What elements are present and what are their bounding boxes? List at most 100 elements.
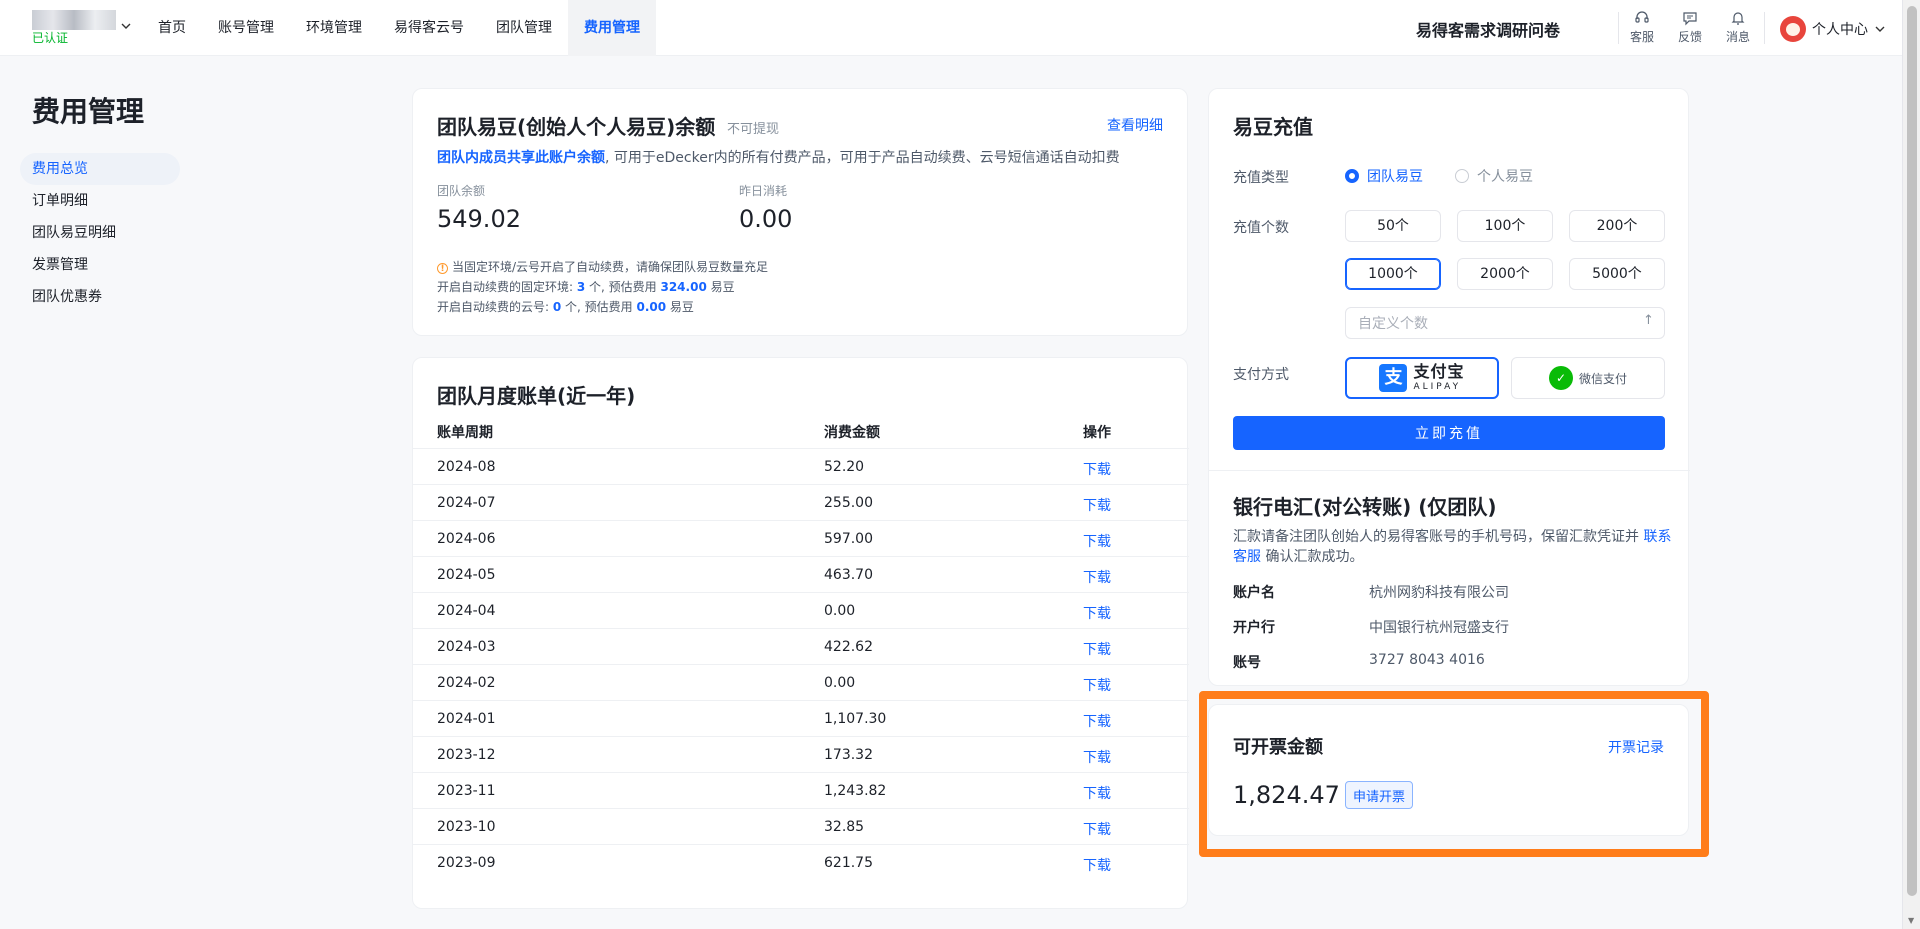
nav-team[interactable]: 团队管理 [480,0,568,56]
invoice-card: 可开票金额 开票记录 1,824.47 申请开票 [1208,704,1689,836]
bill-period: 2024-03 [437,639,496,655]
download-link[interactable]: 下载 [1083,531,1111,551]
table-row: 2024-08 52.20 下载 [413,448,1189,484]
bill-amount: 0.00 [824,675,856,691]
download-link[interactable]: 下载 [1083,855,1111,875]
table-row: 2023-11 1,243.82 下载 [413,772,1189,808]
sidebar-item-orders[interactable]: 订单明细 [20,185,180,217]
bank-name-value: 中国银行杭州冠盛支行 [1369,620,1509,636]
scroll-down-icon[interactable]: ▼ [1908,916,1914,925]
sidebar-item-bean-details[interactable]: 团队易豆明细 [20,217,180,249]
nav-accounts[interactable]: 账号管理 [202,0,290,56]
qty-option-1000[interactable]: 1000个 [1345,258,1441,290]
bill-amount: 1,107.30 [824,711,887,727]
scrollbar-thumb[interactable] [1907,6,1917,896]
recharge-type-label: 充值类型 [1233,170,1289,186]
bill-amount: 597.00 [824,531,873,547]
bill-period: 2024-06 [437,531,496,547]
pay-method-label: 支付方式 [1233,367,1289,383]
alipay-option[interactable]: 支 支付宝 ALIPAY [1345,357,1499,399]
bill-period: 2023-12 [437,747,496,763]
download-link[interactable]: 下载 [1083,567,1111,587]
page-title: 费用管理 [32,95,145,128]
bill-period: 2023-09 [437,855,496,871]
nav-environments[interactable]: 环境管理 [290,0,378,56]
table-row: 2023-09 621.75 下载 [413,844,1189,880]
team-balance-label: 团队余额 [437,184,486,198]
download-link[interactable]: 下载 [1083,747,1111,767]
qty-option-100[interactable]: 100个 [1457,210,1553,242]
feedback-button[interactable]: 反馈 [1670,10,1710,45]
arrow-up-icon[interactable]: ↑ [1643,313,1654,328]
nav-home[interactable]: 首页 [142,0,202,56]
invoice-records-link[interactable]: 开票记录 [1608,737,1664,757]
table-row: 2024-01 1,107.30 下载 [413,700,1189,736]
user-center-menu[interactable]: 个人中心 [1780,16,1886,42]
wechat-icon: ✓ [1548,366,1573,390]
page-scrollbar[interactable]: ▼ [1902,0,1920,929]
download-link[interactable]: 下载 [1083,459,1111,479]
nav-cloud-numbers[interactable]: 易得客云号 [378,0,480,56]
balance-description: 团队内成员共享此账户余额, 可用于eDecker内的所有付费产品，可用于产品自动… [437,147,1120,167]
team-balance-value: 549.02 [437,205,521,233]
balance-title: 团队易豆(创始人个人易豆)余额 [437,115,716,139]
bank-transfer-description: 汇款请备注团队创始人的易得客账号的手机号码，保留汇款凭证并 联系客服 确认汇款成… [1233,529,1672,565]
radio-team-beans[interactable]: 团队易豆 [1345,166,1423,186]
recharge-card: 易豆充值 充值类型 团队易豆 个人易豆 充值个数 50个 100个 200个 1… [1208,88,1690,686]
download-link[interactable]: 下载 [1083,783,1111,803]
download-link[interactable]: 下载 [1083,819,1111,839]
recharge-now-button[interactable]: 立即充值 [1233,416,1665,450]
chevron-down-icon[interactable] [120,20,132,35]
download-link[interactable]: 下载 [1083,495,1111,515]
yesterday-value: 0.00 [739,205,793,233]
column-header-amount: 消费金额 [824,425,880,441]
no-withdraw-note: 不可提现 [727,122,780,137]
radio-checked-icon [1345,169,1359,183]
messages-button[interactable]: 消息 [1718,10,1758,45]
table-row: 2023-10 32.85 下载 [413,808,1189,844]
shared-balance-link[interactable]: 团队内成员共享此账户余额 [437,150,605,166]
avatar [1780,16,1806,42]
cloud-renew-tip: 开启自动续费的云号: 0 个, 预估费用 0.00 易豆 [437,300,694,314]
qty-option-50[interactable]: 50个 [1345,210,1441,242]
qty-option-200[interactable]: 200个 [1569,210,1665,242]
top-navbar: 已认证 首页 账号管理 环境管理 易得客云号 团队管理 费用管理 易得客需求调研… [0,0,1902,56]
survey-link[interactable]: 易得客需求调研问卷 [1416,17,1560,41]
brand-logo[interactable] [32,10,116,30]
bill-amount: 1,243.82 [824,783,887,799]
verified-badge: 已认证 [32,31,69,45]
download-link[interactable]: 下载 [1083,675,1111,695]
bill-period: 2024-01 [437,711,496,727]
radio-personal-beans[interactable]: 个人易豆 [1455,166,1533,186]
balance-card: 团队易豆(创始人个人易豆)余额 不可提现 查看明细 团队内成员共享此账户余额, … [412,88,1188,336]
bank-transfer-title: 银行电汇(对公转账) (仅团队) [1233,495,1497,519]
alipay-en-label: ALIPAY [1413,382,1462,392]
qty-option-2000[interactable]: 2000个 [1457,258,1553,290]
bill-period: 2023-11 [437,783,496,799]
bill-period: 2024-07 [437,495,496,511]
download-link[interactable]: 下载 [1083,711,1111,731]
sidebar-item-coupons[interactable]: 团队优惠券 [20,281,180,313]
view-details-link[interactable]: 查看明细 [1107,115,1163,135]
table-row: 2024-07 255.00 下载 [413,484,1189,520]
recharge-title: 易豆充值 [1233,115,1313,139]
apply-invoice-button[interactable]: 申请开票 [1345,781,1414,809]
download-link[interactable]: 下载 [1083,603,1111,623]
wechat-pay-option[interactable]: ✓ 微信支付 [1511,357,1665,399]
account-number-value: 3727 8043 4016 [1369,652,1485,668]
download-link[interactable]: 下载 [1083,639,1111,659]
env-renew-tip: 开启自动续费的固定环境: 3 个, 预估费用 324.00 易豆 [437,280,735,294]
qty-option-5000[interactable]: 5000个 [1569,258,1665,290]
table-row: 2024-04 0.00 下载 [413,592,1189,628]
support-button[interactable]: 客服 [1622,10,1662,45]
account-name-label: 账户名 [1233,585,1275,601]
sidebar-item-invoices[interactable]: 发票管理 [20,249,180,281]
warning-icon: ! [437,263,448,274]
invoice-title: 可开票金额 [1233,737,1323,758]
radio-unchecked-icon [1455,169,1469,183]
custom-quantity-input[interactable] [1345,307,1665,339]
bill-amount: 255.00 [824,495,873,511]
divider [1618,12,1619,44]
nav-billing[interactable]: 费用管理 [568,0,656,56]
sidebar-item-overview[interactable]: 费用总览 [20,153,180,185]
